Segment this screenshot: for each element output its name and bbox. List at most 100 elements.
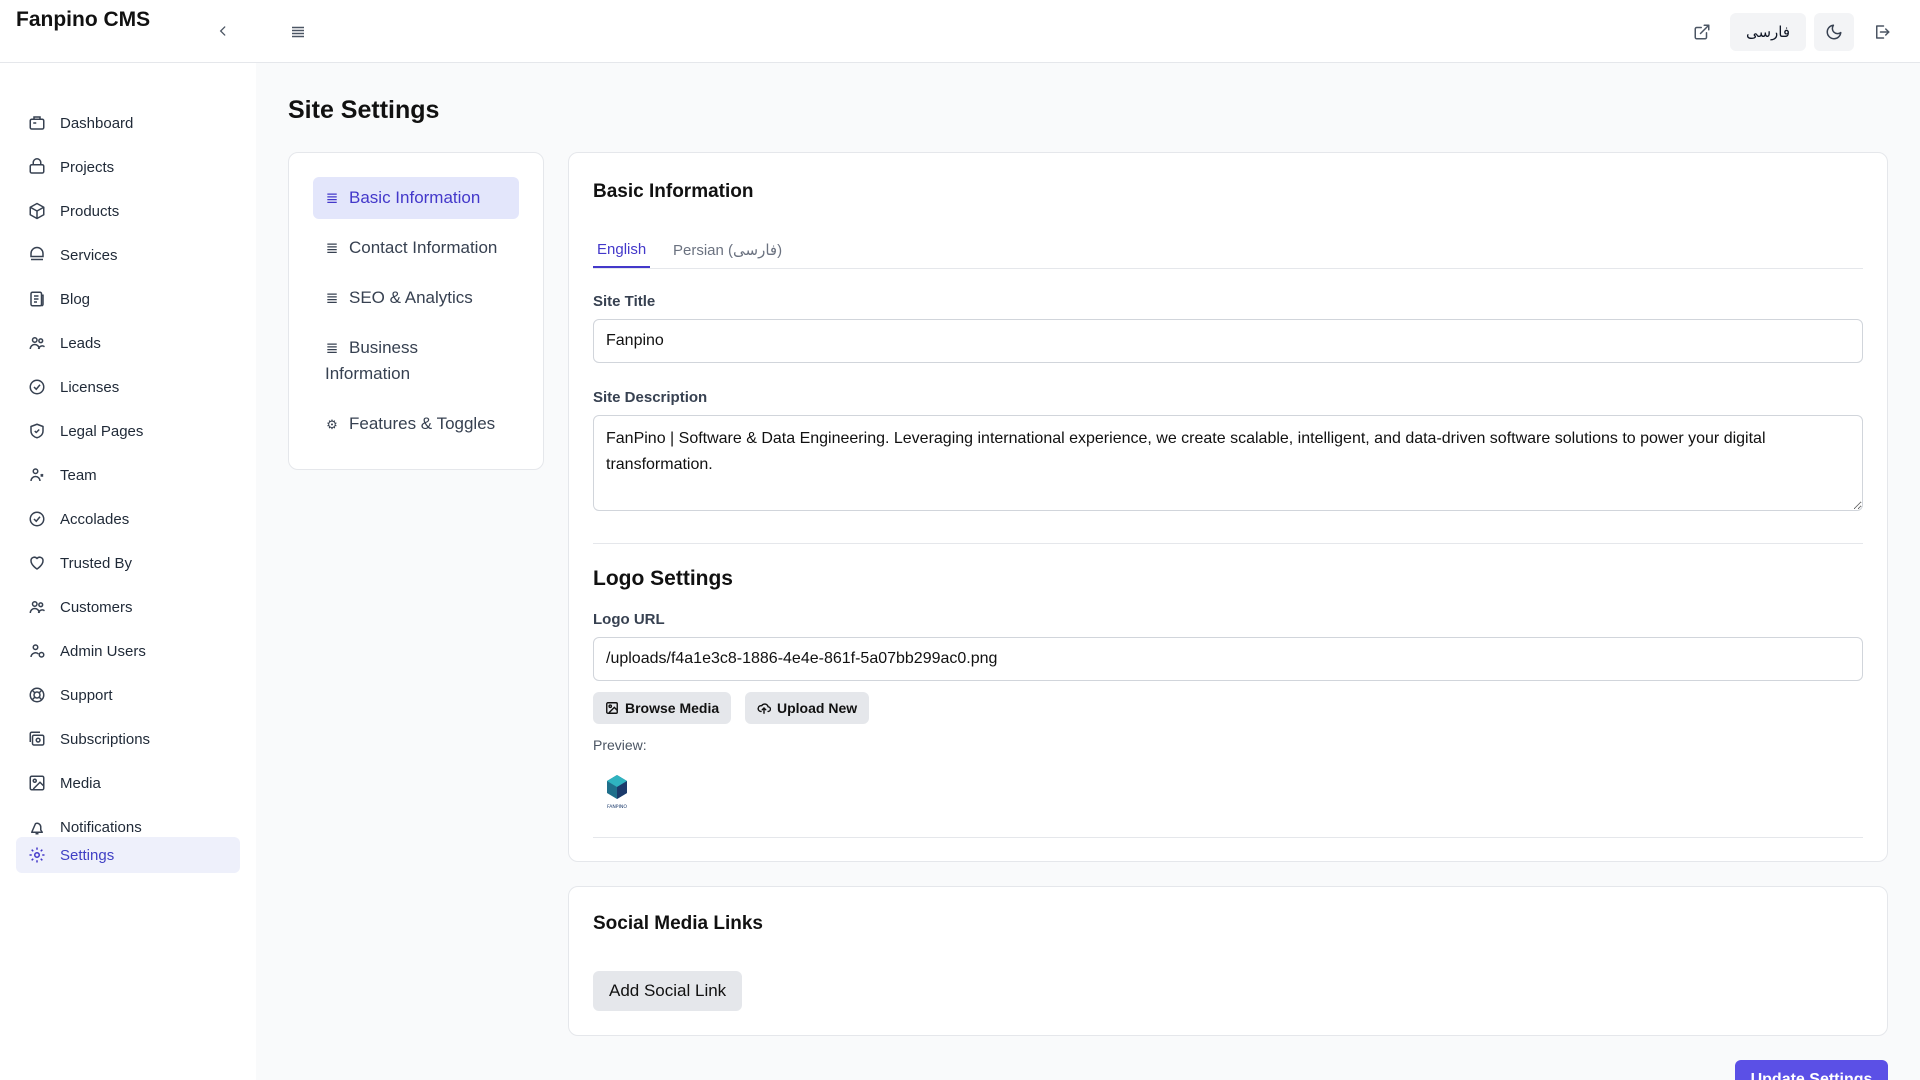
services-icon [30, 246, 44, 261]
menu-toggle-button[interactable] [286, 20, 310, 44]
sidebar-item-settings[interactable]: Settings [16, 837, 240, 873]
sidebar-item-services[interactable]: Services [16, 237, 240, 273]
gear-icon: ⚙ [326, 418, 338, 433]
hamburger-icon [292, 26, 304, 38]
admin-user-icon [30, 644, 45, 658]
dashboard-icon [29, 116, 45, 130]
sidebar-item-label: Projects [60, 158, 115, 176]
list-icon: ≣ [325, 239, 339, 257]
logo-wordmark: FANPINO [607, 804, 627, 810]
section-divider [593, 837, 1863, 838]
sidebar-item-trusted-by[interactable]: Trusted By [16, 545, 240, 581]
tab-seo-analytics[interactable]: ≣ SEO & Analytics [313, 277, 519, 319]
language-switch-button[interactable]: فارسی [1729, 13, 1806, 51]
sidebar-item-legal-pages[interactable]: Legal Pages [16, 413, 240, 449]
sidebar-item-blog[interactable]: Blog [16, 281, 240, 317]
tab-features-toggles[interactable]: ⚙ Features & Toggles [313, 403, 519, 445]
sidebar-item-dashboard[interactable]: Dashboard [16, 105, 240, 141]
sidebar-item-label: Media [60, 774, 101, 792]
browse-media-button[interactable]: Browse Media [593, 692, 732, 724]
sidebar-item-projects[interactable]: Projects [16, 149, 240, 185]
tab-english[interactable]: English [593, 241, 651, 268]
briefcase-icon [29, 158, 45, 174]
sidebar-item-products[interactable]: Products [16, 193, 240, 229]
add-social-link-button[interactable]: Add Social Link [593, 971, 743, 1011]
sidebar-item-label: Settings [60, 846, 115, 864]
sidebar-item-media[interactable]: Media [16, 765, 240, 801]
sidebar-item-label: Leads [60, 334, 101, 352]
sidebar-item-label: Services [60, 246, 118, 264]
sidebar-item-support[interactable]: Support [16, 677, 240, 713]
check-circle-icon [29, 379, 45, 395]
bell-icon [31, 822, 43, 835]
tab-business-information[interactable]: ≣ Business Information [313, 327, 503, 393]
sidebar-item-label: Admin Users [60, 642, 146, 660]
lifebuoy-icon [29, 687, 45, 703]
logo-settings-heading: Logo Settings [593, 567, 733, 590]
sidebar-item-label: Trusted By [60, 554, 132, 572]
page-title: Site Settings [288, 96, 440, 124]
list-icon: ≣ [325, 339, 339, 357]
update-settings-button[interactable]: Update Settings [1735, 1060, 1888, 1080]
sidebar-item-label: Subscriptions [60, 730, 151, 748]
check-circle-icon [29, 511, 45, 527]
sidebar-item-leads[interactable]: Leads [16, 325, 240, 361]
sidebar-item-label: Products [60, 202, 120, 220]
sidebar-item-label: Support [60, 686, 113, 704]
section-divider [593, 543, 1863, 544]
top-bar: Fanpino CMS فارسی [0, 0, 1920, 63]
chevron-left-icon [219, 26, 226, 36]
sidebar-item-label: Accolades [60, 510, 130, 528]
sidebar-item-label: Licenses [60, 378, 120, 396]
sidebar-item-customers[interactable]: Customers [16, 589, 240, 625]
tab-persian[interactable]: Persian (فارسی) [669, 241, 786, 267]
theme-toggle-button[interactable] [1814, 13, 1854, 51]
sidebar-item-licenses[interactable]: Licenses [16, 369, 240, 405]
list-icon: ≣ [325, 289, 339, 307]
social-heading: Social Media Links [593, 913, 763, 934]
sidebar-item-label: Team [60, 466, 97, 484]
tab-basic-information[interactable]: ≣ Basic Information [313, 177, 519, 219]
sidebar-item-label: Dashboard [60, 114, 134, 132]
tab-label: Basic Information [349, 188, 481, 207]
logo-url-input[interactable] [593, 637, 1863, 681]
shield-icon [30, 423, 44, 439]
settings-tabs-panel: ≣ Basic Information ≣ Contact Information … [288, 152, 544, 470]
tab-label: Features & Toggles [349, 414, 496, 433]
moon-icon [1826, 24, 1842, 40]
logout-button[interactable] [1862, 13, 1902, 51]
sidebar-item-subscriptions[interactable]: Subscriptions [16, 721, 240, 757]
basic-information-card: Basic Information English Persian (فارسی… [568, 152, 1888, 862]
gear-icon [29, 847, 45, 863]
sidebar: Dashboard Projects Products Services Blo… [0, 63, 256, 1080]
subscriptions-icon [29, 731, 45, 746]
site-description-textarea[interactable]: FanPino | Software & Data Engineering. L… [593, 415, 1863, 511]
image-icon [606, 702, 618, 714]
open-site-button[interactable] [1682, 13, 1722, 51]
tab-contact-information[interactable]: ≣ Contact Information [313, 227, 519, 269]
collapse-sidebar-button[interactable] [212, 20, 234, 42]
sidebar-item-team[interactable]: Team [16, 457, 240, 493]
brand-title: Fanpino CMS [16, 8, 151, 31]
sidebar-item-admin-users[interactable]: Admin Users [16, 633, 240, 669]
upload-new-button[interactable]: Upload New [745, 692, 870, 724]
social-media-card: Social Media Links Add Social Link [568, 886, 1888, 1036]
button-label: Browse Media [625, 700, 720, 716]
tab-label: Contact Information [349, 238, 498, 257]
team-icon [30, 468, 44, 482]
sidebar-item-accolades[interactable]: Accolades [16, 501, 240, 537]
button-label: Upload New [777, 700, 858, 716]
logout-icon [1876, 25, 1890, 39]
sidebar-item-label: Customers [60, 598, 133, 616]
card-heading: Basic Information [593, 181, 754, 202]
site-title-input[interactable] [593, 319, 1863, 363]
package-icon [29, 202, 45, 220]
sidebar-item-label: Notifications [60, 818, 142, 836]
list-icon: ≣ [325, 189, 339, 207]
language-tabs: English Persian (فارسی) [593, 233, 1863, 269]
site-description-label: Site Description [593, 389, 708, 406]
sidebar-item-label: Blog [60, 290, 91, 308]
top-actions: فارسی [1682, 13, 1902, 51]
site-title-label: Site Title [593, 293, 656, 310]
users-icon [29, 601, 45, 614]
